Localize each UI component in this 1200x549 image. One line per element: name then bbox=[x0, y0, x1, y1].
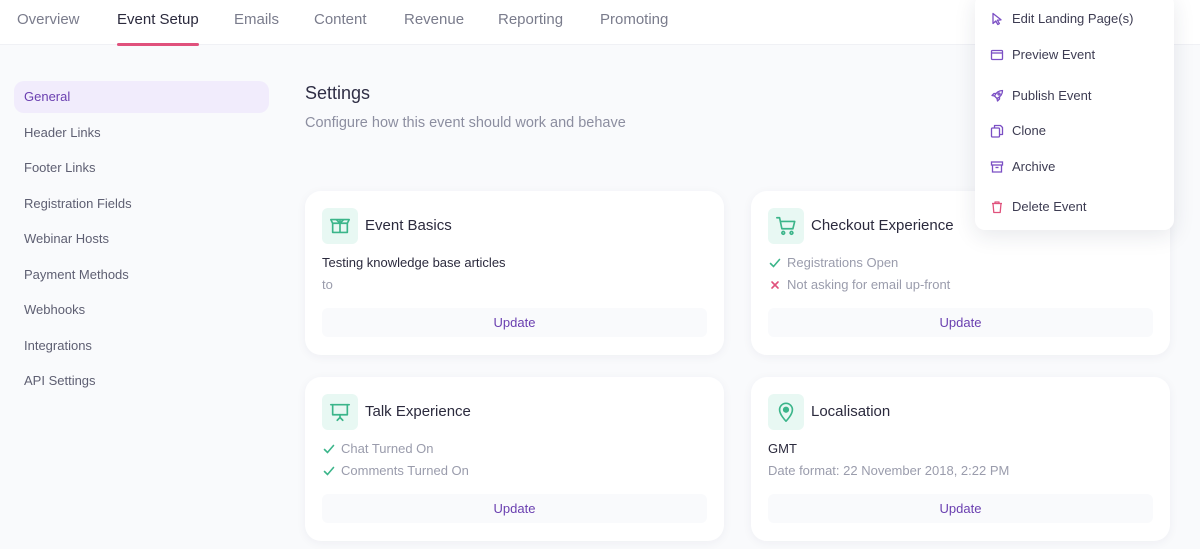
menu-item-publish-event[interactable]: Publish Event bbox=[990, 88, 1092, 103]
status-chat: Chat Turned On bbox=[322, 441, 434, 456]
page-subtitle: Configure how this event should work and… bbox=[305, 115, 626, 131]
menu-item-label: Clone bbox=[1012, 123, 1046, 138]
event-name: Testing knowledge base articles bbox=[322, 255, 506, 270]
localisation-card: Localisation GMT Date format: 22 Novembe… bbox=[751, 377, 1170, 541]
menu-item-preview-event[interactable]: Preview Event bbox=[990, 47, 1095, 62]
update-localisation-button[interactable]: Update bbox=[768, 494, 1153, 523]
status-text: Comments Turned On bbox=[341, 463, 469, 478]
tab-event-setup[interactable]: Event Setup bbox=[117, 11, 199, 28]
presentation-icon bbox=[322, 394, 358, 430]
status-text: Chat Turned On bbox=[341, 441, 434, 456]
menu-item-archive[interactable]: Archive bbox=[990, 159, 1055, 174]
sidebar-item-header-links[interactable]: Header Links bbox=[14, 117, 269, 149]
tab-content[interactable]: Content bbox=[314, 11, 367, 28]
tab-overview[interactable]: Overview bbox=[17, 11, 80, 28]
status-text: Registrations Open bbox=[787, 255, 899, 270]
sidebar-item-api-settings[interactable]: API Settings bbox=[14, 365, 269, 397]
event-dates: to bbox=[322, 277, 333, 292]
sidebar-item-registration-fields[interactable]: Registration Fields bbox=[14, 188, 269, 220]
status-comments: Comments Turned On bbox=[322, 463, 469, 478]
menu-item-edit-landing-pages[interactable]: Edit Landing Page(s) bbox=[990, 11, 1133, 26]
page-title: Settings bbox=[305, 83, 371, 103]
menu-item-delete-event[interactable]: Delete Event bbox=[990, 199, 1086, 214]
card-title: Event Basics bbox=[365, 217, 452, 234]
sidebar-item-payment-methods[interactable]: Payment Methods bbox=[14, 259, 269, 291]
browser-window-icon bbox=[990, 48, 1004, 62]
sidebar-item-footer-links[interactable]: Footer Links bbox=[14, 152, 269, 184]
event-basics-card: Event Basics Testing knowledge base arti… bbox=[305, 191, 724, 355]
menu-item-label: Preview Event bbox=[1012, 47, 1096, 62]
cursor-icon bbox=[990, 12, 1004, 26]
talk-experience-card: Talk Experience Chat Turned On Comments … bbox=[305, 377, 724, 541]
menu-item-label: Publish Event bbox=[1012, 88, 1092, 103]
tab-promoting[interactable]: Promoting bbox=[600, 11, 668, 28]
copy-icon bbox=[990, 124, 1004, 138]
status-email-upfront: Not asking for email up-front bbox=[768, 277, 950, 292]
tab-emails[interactable]: Emails bbox=[234, 11, 279, 28]
map-pin-icon bbox=[768, 394, 804, 430]
update-talk-button[interactable]: Update bbox=[322, 494, 707, 523]
menu-item-label: Archive bbox=[1012, 159, 1056, 174]
update-event-basics-button[interactable]: Update bbox=[322, 308, 707, 337]
update-checkout-button[interactable]: Update bbox=[768, 308, 1153, 337]
event-actions-menu: Edit Landing Page(s) Preview Event Publi… bbox=[975, 0, 1174, 230]
timezone: GMT bbox=[768, 441, 797, 456]
x-icon bbox=[768, 280, 782, 290]
status-registrations: Registrations Open bbox=[768, 255, 898, 270]
menu-item-label: Delete Event bbox=[1012, 199, 1087, 214]
check-icon bbox=[768, 257, 782, 269]
check-icon bbox=[322, 443, 336, 455]
check-icon bbox=[322, 465, 336, 477]
sidebar-item-webinar-hosts[interactable]: Webinar Hosts bbox=[14, 223, 269, 255]
rocket-icon bbox=[990, 89, 1004, 103]
tab-revenue[interactable]: Revenue bbox=[404, 11, 464, 28]
archive-icon bbox=[990, 160, 1004, 174]
card-title: Localisation bbox=[811, 403, 891, 420]
sidebar-item-webhooks[interactable]: Webhooks bbox=[14, 294, 269, 326]
sidebar-item-general[interactable]: General bbox=[14, 81, 269, 113]
date-format: Date format: 22 November 2018, 2:22 PM bbox=[768, 463, 1010, 478]
status-text: Not asking for email up-front bbox=[787, 277, 951, 292]
trash-icon bbox=[990, 200, 1004, 214]
card-title: Checkout Experience bbox=[811, 217, 954, 234]
settings-sidebar: General Header Links Footer Links Regist… bbox=[14, 81, 269, 401]
menu-item-label: Edit Landing Page(s) bbox=[1012, 11, 1134, 26]
sidebar-item-integrations[interactable]: Integrations bbox=[14, 330, 269, 362]
active-tab-indicator bbox=[117, 43, 199, 46]
card-title: Talk Experience bbox=[365, 403, 471, 420]
menu-item-clone[interactable]: Clone bbox=[990, 123, 1046, 138]
box-icon bbox=[322, 208, 358, 244]
cart-icon bbox=[768, 208, 804, 244]
tab-reporting[interactable]: Reporting bbox=[498, 11, 563, 28]
